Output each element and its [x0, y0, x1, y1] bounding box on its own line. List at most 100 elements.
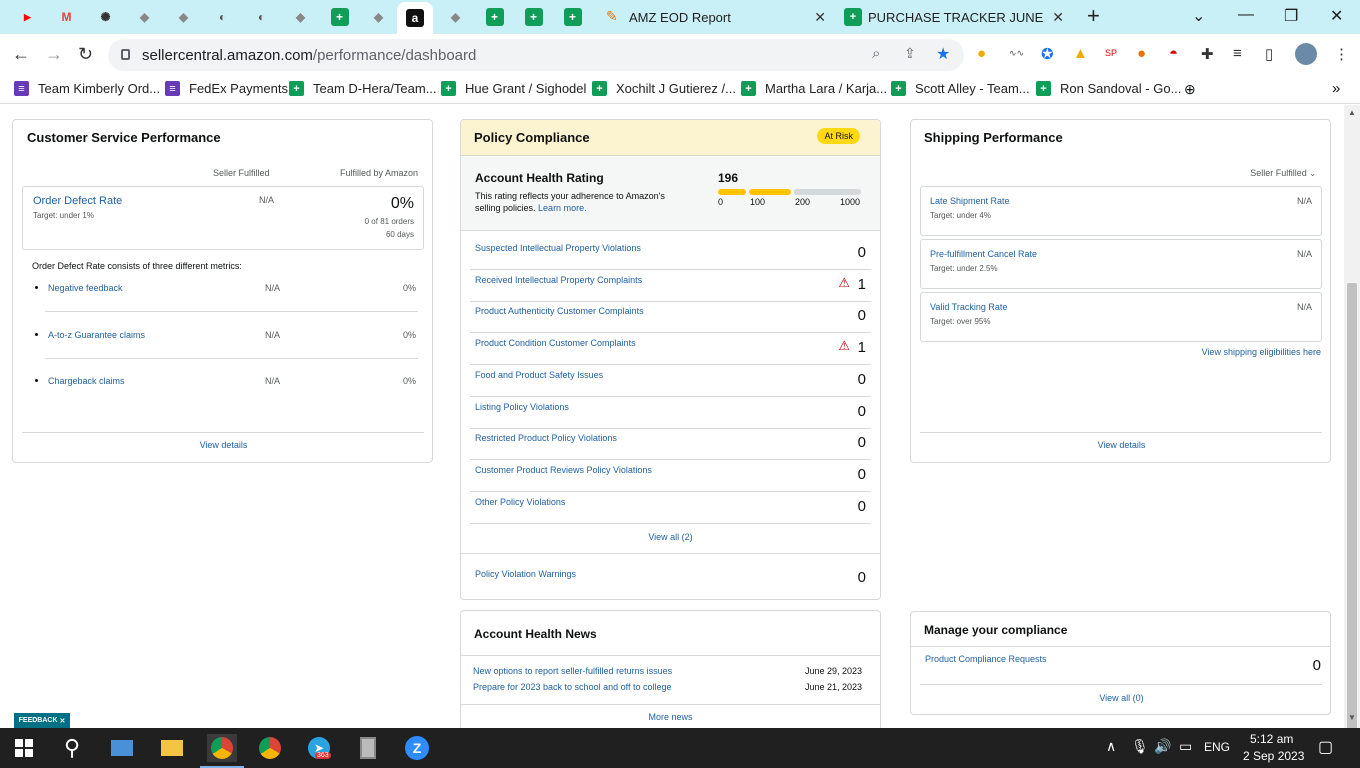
scroll-down-icon[interactable]: ▼ — [1348, 713, 1356, 722]
learn-more-link[interactable]: Learn more. — [538, 203, 587, 213]
chrome-icon[interactable] — [256, 734, 284, 762]
telegram-icon[interactable]: ➤ 363 — [305, 734, 333, 762]
extension-icon[interactable]: ∿∿ — [1009, 48, 1024, 59]
policy-item-link[interactable]: Customer Product Reviews Policy Violatio… — [475, 465, 652, 475]
sidepanel-icon[interactable]: ▯ — [1265, 45, 1273, 63]
zoom-app-icon[interactable]: Z — [403, 734, 431, 762]
bookmark-item[interactable]: ≡ Team Kimberly Ord... — [14, 81, 160, 96]
browser-tab[interactable]: ◆ — [359, 4, 398, 30]
bookmark-star-icon[interactable]: ★ — [936, 44, 950, 64]
url-bar[interactable]: sellercentral.amazon.com/performance/das… — [108, 39, 964, 71]
browser-tab[interactable]: ◐ — [203, 4, 242, 30]
policy-item-link[interactable]: Product Authenticity Customer Complaints — [475, 306, 644, 316]
close-window-button[interactable]: ✕ — [1330, 6, 1343, 26]
browser-tab[interactable]: ◆ — [164, 4, 203, 30]
browser-tab[interactable]: + — [553, 4, 592, 30]
scroll-thumb[interactable] — [1347, 283, 1357, 755]
notifications-icon[interactable]: ▢ — [1318, 737, 1333, 757]
bookmark-item[interactable]: + Hue Grant / Sighodel — [441, 81, 586, 96]
shipping-metric-link[interactable]: Pre-fulfillment Cancel Rate — [930, 249, 1037, 259]
tab-amz-eod-report[interactable]: ✎ AMZ EOD Report ✕ — [594, 4, 834, 30]
extension-icon[interactable]: ● — [1137, 45, 1146, 62]
bookmark-item[interactable]: + Team D-Hera/Team... — [289, 81, 437, 96]
extension-icon[interactable]: ◓ — [1169, 45, 1178, 62]
extension-icon[interactable]: ▲ — [1073, 45, 1088, 62]
puzzle-icon[interactable]: ✚ — [1201, 45, 1214, 63]
calculator-icon[interactable] — [354, 734, 382, 762]
language-indicator[interactable]: ENG — [1204, 740, 1230, 754]
shipping-metric-link[interactable]: Valid Tracking Rate — [930, 302, 1007, 312]
news-link[interactable]: New options to report seller-fulfilled r… — [473, 666, 672, 676]
bookmark-item[interactable]: + Ron Sandoval - Go... — [1036, 81, 1181, 96]
metric-link[interactable]: Negative feedback — [48, 283, 123, 293]
extension-icon[interactable]: SP — [1105, 48, 1117, 58]
scroll-up-icon[interactable]: ▲ — [1348, 108, 1356, 117]
browser-tab[interactable]: ◐ — [242, 4, 281, 30]
page-scrollbar[interactable]: ▲ ▼ — [1344, 105, 1360, 755]
metric-link[interactable]: A-to-z Guarantee claims — [48, 330, 145, 340]
search-icon[interactable]: ⚲ — [58, 734, 86, 762]
network-icon[interactable]: ▭ — [1179, 738, 1192, 755]
policy-item-link[interactable]: Food and Product Safety Issues — [475, 370, 603, 380]
extension-icon[interactable]: ✪ — [1041, 45, 1054, 63]
chevron-down-icon[interactable]: ⌄ — [1192, 6, 1205, 26]
browser-tab[interactable]: ◆ — [281, 4, 320, 30]
shipping-eligibility-link[interactable]: View shipping eligibilities here — [1202, 347, 1321, 357]
browser-tab[interactable]: ◆ — [436, 4, 475, 30]
view-all-link[interactable]: View all (2) — [461, 532, 880, 542]
back-button[interactable]: ← — [12, 44, 30, 65]
bookmarks-more[interactable]: » — [1332, 80, 1340, 97]
bookmark-item[interactable]: ≡ FedEx Payments — [165, 81, 288, 96]
new-tab-button[interactable]: + — [1087, 3, 1100, 29]
metric-link[interactable]: Chargeback claims — [48, 376, 125, 386]
restore-button[interactable]: ❐ — [1284, 6, 1298, 26]
microphone-icon[interactable]: 🎙 — [1131, 738, 1149, 755]
policy-item-link[interactable]: Received Intellectual Property Complaint… — [475, 275, 642, 285]
forward-button[interactable]: → — [45, 44, 63, 65]
policy-item-link[interactable]: Product Condition Customer Complaints — [475, 338, 636, 348]
chevron-up-icon[interactable]: ∧ — [1106, 738, 1116, 755]
view-all-link[interactable]: View all (0) — [911, 693, 1332, 703]
policy-item-link[interactable]: Listing Policy Violations — [475, 402, 569, 412]
file-explorer-icon[interactable] — [158, 734, 186, 762]
compliance-requests-link[interactable]: Product Compliance Requests — [925, 654, 1047, 664]
odr-link[interactable]: Order Defect Rate — [33, 195, 122, 207]
browser-tab[interactable]: ◆ — [125, 4, 164, 30]
speaker-icon[interactable]: 🔊 — [1154, 738, 1171, 755]
close-icon[interactable]: ✕ — [59, 717, 65, 725]
more-news-link[interactable]: More news — [461, 712, 880, 722]
tab-purchase-tracker[interactable]: + PURCHASE TRACKER JUNE - Goo ✕ — [836, 4, 1072, 30]
browser-tab[interactable]: + — [514, 4, 553, 30]
policy-warnings-link[interactable]: Policy Violation Warnings — [475, 569, 576, 579]
policy-item-link[interactable]: Restricted Product Policy Violations — [475, 433, 617, 443]
fulfillment-dropdown[interactable]: Seller Fulfilled ⌄ — [1250, 168, 1316, 178]
browser-tab[interactable]: ✺ — [86, 4, 125, 30]
chrome-icon[interactable] — [207, 734, 237, 762]
bookmark-item[interactable]: + Xochilt J Gutierez /... — [592, 81, 736, 96]
browser-tab[interactable]: M — [47, 4, 86, 30]
clock-time[interactable]: 5:12 am — [1250, 732, 1293, 746]
policy-item-link[interactable]: Suspected Intellectual Property Violatio… — [475, 243, 641, 253]
windows-start-icon[interactable] — [10, 734, 38, 762]
minimize-button[interactable]: — — [1238, 6, 1254, 24]
browser-tab[interactable]: + — [475, 4, 514, 30]
feedback-button[interactable]: FEEDBACK ✕ — [14, 713, 70, 728]
browser-tab[interactable]: + — [320, 4, 359, 30]
close-icon[interactable]: ✕ — [814, 9, 826, 26]
desktop-icon[interactable] — [108, 734, 136, 762]
policy-item-link[interactable]: Other Policy Violations — [475, 497, 565, 507]
menu-icon[interactable]: ⋮ — [1334, 45, 1349, 63]
close-icon[interactable]: ✕ — [1052, 9, 1064, 26]
shipping-metric-link[interactable]: Late Shipment Rate — [930, 196, 1010, 206]
zoom-icon[interactable]: ⌕ — [872, 45, 880, 62]
browser-tab[interactable]: a — [397, 2, 433, 34]
globe-icon[interactable]: ⊕ — [1184, 81, 1196, 98]
bookmark-item[interactable]: + Scott Alley - Team... — [891, 81, 1030, 96]
clock-date[interactable]: 2 Sep 2023 — [1243, 749, 1304, 763]
reload-button[interactable]: ↻ — [78, 44, 93, 65]
view-details-link[interactable]: View details — [13, 440, 434, 450]
share-icon[interactable]: ⇪ — [904, 45, 916, 62]
media-icon[interactable]: ≡ — [1233, 45, 1242, 62]
view-details-link[interactable]: View details — [911, 440, 1332, 450]
browser-tab[interactable]: ▶ — [8, 4, 47, 30]
